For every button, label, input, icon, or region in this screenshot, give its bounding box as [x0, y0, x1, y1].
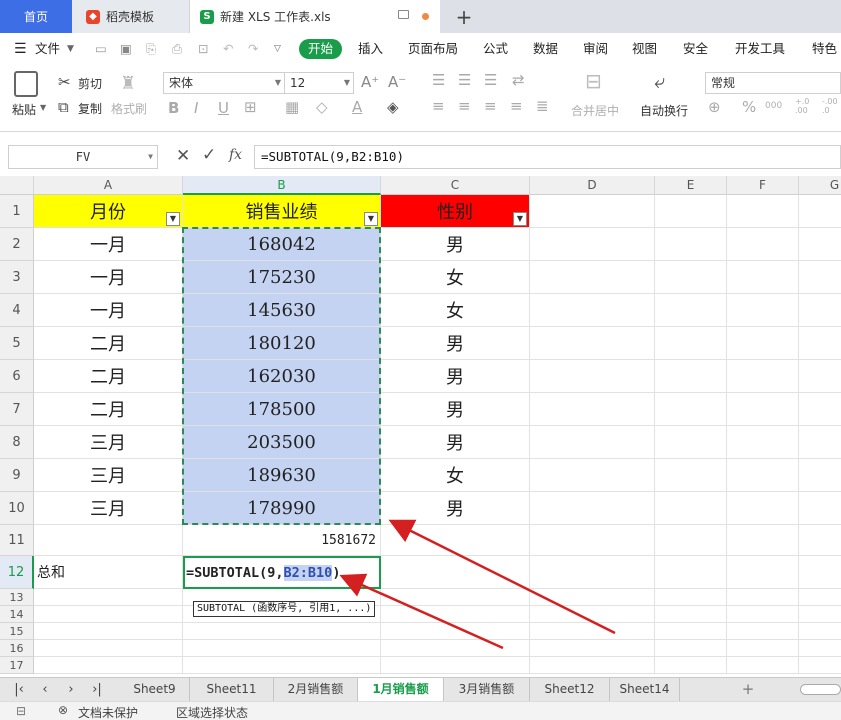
- protection-status[interactable]: 文档未保护: [78, 704, 138, 720]
- sheet-tab[interactable]: Sheet12: [530, 678, 610, 701]
- arrow-to-selection: [388, 519, 616, 635]
- macro-icon[interactable]: ⊟: [16, 704, 26, 718]
- annotation-arrows: [339, 519, 616, 650]
- selection-mode-status: 区域选择状态: [176, 706, 249, 720]
- sheet-tab[interactable]: 2月销售额: [274, 678, 358, 701]
- next-sheet-icon[interactable]: ›: [62, 678, 80, 701]
- sheet-tab[interactable]: Sheet11: [190, 678, 274, 701]
- arrow-to-formula: [339, 573, 504, 650]
- add-sheet-icon[interactable]: +: [740, 678, 756, 701]
- status-bar: ⊟ ⊗ 文档未保护 区域选择状态: [0, 701, 841, 720]
- sheet-tab[interactable]: Sheet14: [610, 678, 680, 701]
- sheet-tab-bar: |‹ ‹ › ›| Sheet9 Sheet11 2月销售额 1月销售额 3月销售额 Sh…: [0, 677, 841, 701]
- first-sheet-icon[interactable]: |‹: [10, 678, 28, 701]
- sheet-tab[interactable]: 3月销售额: [444, 678, 530, 701]
- last-sheet-icon[interactable]: ›|: [88, 678, 106, 701]
- horizontal-scrollbar[interactable]: [800, 684, 841, 695]
- sheet-tab[interactable]: Sheet9: [120, 678, 190, 701]
- unprotected-icon: ⊗: [58, 703, 69, 717]
- prev-sheet-icon[interactable]: ‹: [36, 678, 54, 701]
- sheet-tab-active[interactable]: 1月销售额: [358, 678, 444, 701]
- spreadsheet-app: 首页 ◆ 稻壳模板 S 新建 XLS 工作表.xls + ☰ 文件 ▼ ▭ ▣ …: [0, 0, 841, 720]
